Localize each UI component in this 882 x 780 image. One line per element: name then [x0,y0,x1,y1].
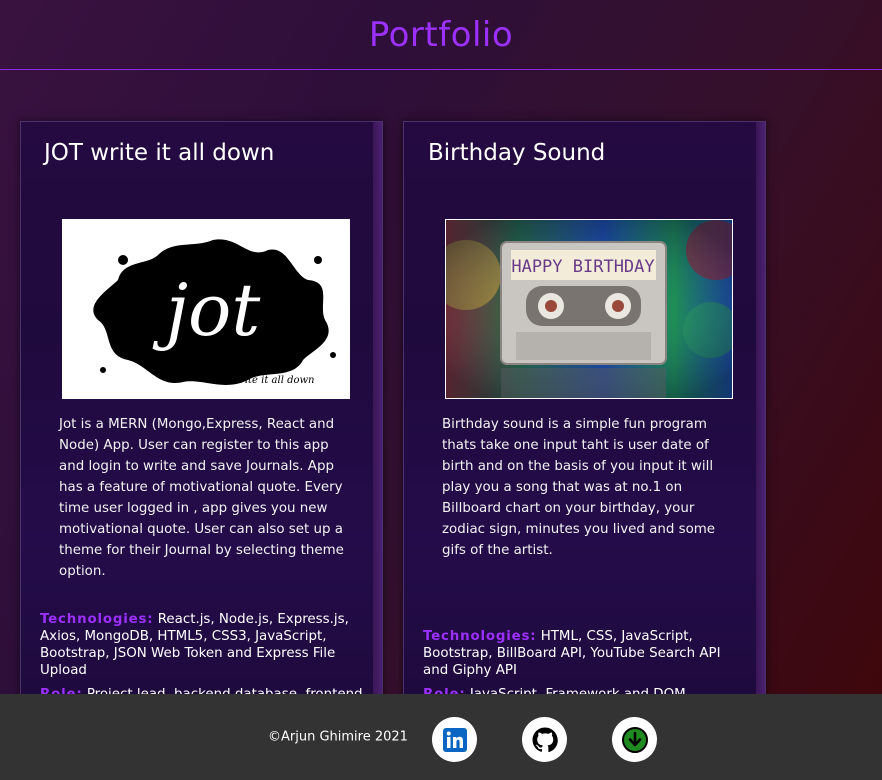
page-title: Portfolio [368,14,514,55]
linkedin-icon [442,727,467,752]
project-title: Birthday Sound [428,140,606,166]
page-header: Portfolio [0,0,882,70]
github-link[interactable] [522,717,567,762]
download-icon [621,726,648,753]
project-card-jot: JOT write it all down jot write it all d… [20,121,383,721]
project-title: JOT write it all down [44,140,275,166]
project-technologies: Technologies: HTML, CSS, JavaScript, Boo… [423,628,748,679]
download-resume-link[interactable] [612,717,657,762]
technologies-label: Technologies: [423,629,537,644]
project-description: Birthday sound is a simple fun program t… [442,417,716,558]
page-footer: ©Arjun Ghimire 2021 [0,694,882,780]
jot-logo-image: jot write it all down [93,239,336,386]
github-icon [532,727,558,752]
project-technologies: Technologies: React.js, Node.js, Express… [40,611,365,679]
copyright-text: ©Arjun Ghimire 2021 [268,729,408,745]
linkedin-link[interactable] [432,717,477,762]
card-edge [756,122,765,720]
project-image[interactable]: HAPPY BIRTHDAY [445,219,733,399]
cassette-image: HAPPY BIRTHDAY [446,220,732,398]
svg-text:HAPPY BIRTHDAY: HAPPY BIRTHDAY [511,257,654,277]
card-edge [373,122,382,720]
svg-text:write it all down: write it all down [231,375,314,386]
project-description: Jot is a MERN (Mongo,Express, React and … [59,417,344,579]
svg-text:jot: jot [152,268,262,352]
project-card-birthday-sound: Birthday Sound HAPPY BIRTHDAY Birthday s… [403,121,766,721]
technologies-label: Technologies: [40,612,154,627]
project-image[interactable]: jot write it all down [62,219,350,399]
